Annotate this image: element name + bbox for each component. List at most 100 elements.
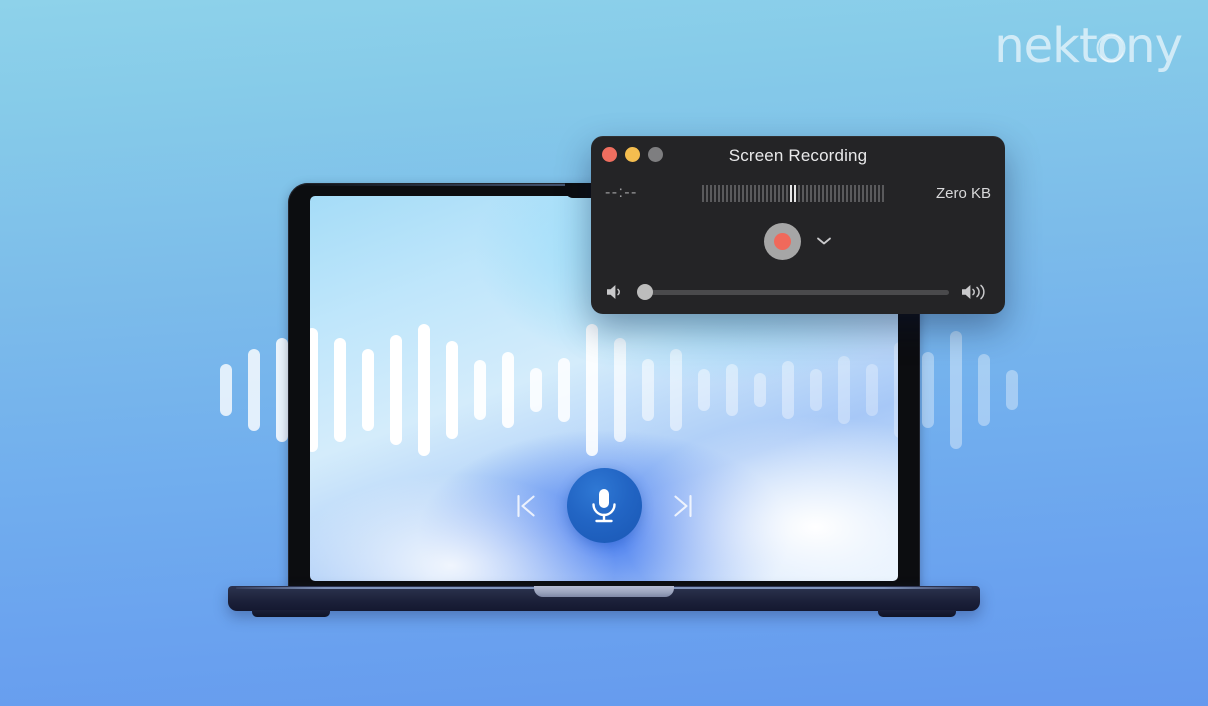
waveform-bar	[446, 341, 458, 439]
audio-level-bar	[742, 184, 744, 202]
record-dot-icon	[773, 232, 791, 250]
audio-level-bar	[778, 184, 780, 202]
record-button[interactable]	[763, 222, 801, 260]
logo-text-before: nekt	[994, 18, 1098, 74]
audio-level-bar	[782, 184, 784, 202]
audio-level-bar	[846, 184, 848, 202]
waveform-bar	[276, 338, 288, 442]
audio-player-controls	[310, 468, 898, 543]
waveform-bar	[950, 331, 962, 449]
audio-level-bar	[870, 184, 872, 202]
audio-level-bar	[734, 184, 736, 202]
audio-level-bar	[714, 184, 716, 202]
audio-level-bar	[874, 184, 876, 202]
waveform-bar	[866, 364, 878, 416]
audio-level-bar	[758, 184, 760, 202]
audio-level-bar	[818, 184, 820, 202]
skip-next-icon[interactable]	[668, 491, 698, 521]
volume-row	[591, 272, 1005, 312]
waveform-bar	[810, 369, 822, 411]
volume-slider-knob[interactable]	[637, 284, 653, 300]
audio-level-bar	[754, 184, 756, 202]
audio-level-bar	[862, 184, 864, 202]
audio-level-bar	[822, 184, 824, 202]
laptop-foot-left	[252, 610, 330, 617]
close-window-button[interactable]	[602, 147, 617, 162]
laptop-foot-right	[878, 610, 956, 617]
record-controls-row	[591, 210, 1005, 272]
audio-level-bar	[718, 184, 720, 202]
audio-level-bar	[710, 184, 712, 202]
audio-level-bar	[798, 184, 800, 202]
laptop-base	[228, 586, 980, 617]
audio-level-bar	[842, 184, 844, 202]
waveform-bar	[1006, 370, 1018, 410]
logo-text-after: ny	[1125, 18, 1183, 74]
audio-level-bar	[794, 184, 796, 202]
waveform-bar	[502, 352, 514, 428]
waveform-bar	[922, 352, 934, 428]
waveform-bar	[220, 364, 232, 416]
waveform-bar	[642, 359, 654, 421]
audio-level-bar	[838, 184, 840, 202]
audio-level-bar	[738, 184, 740, 202]
waveform-bar	[530, 368, 542, 412]
microphone-record-button[interactable]	[566, 468, 642, 543]
audio-level-bar	[722, 184, 724, 202]
microphone-icon	[592, 488, 616, 522]
nektony-logo: nektony	[994, 22, 1183, 70]
audio-level-bar	[866, 184, 868, 202]
chevron-down-icon[interactable]	[815, 235, 833, 247]
audio-level-bar	[810, 184, 812, 202]
waveform-bar	[726, 364, 738, 416]
laptop-lid-notch-indent	[534, 586, 674, 597]
waveform-bar	[754, 373, 766, 407]
window-titlebar[interactable]: Screen Recording	[591, 136, 1005, 176]
audio-level-bar	[726, 184, 728, 202]
waveform-bar	[334, 338, 346, 442]
audio-level-bar	[702, 184, 704, 202]
waveform-bar	[782, 361, 794, 419]
maximize-window-button[interactable]	[648, 147, 663, 162]
waveform-bar	[558, 358, 570, 422]
speaker-low-icon[interactable]	[605, 282, 627, 302]
waveform-bar	[248, 349, 260, 431]
waveform-bar	[418, 324, 430, 456]
audio-level-bar	[730, 184, 732, 202]
audio-level-bar	[830, 184, 832, 202]
audio-level-bar	[790, 184, 792, 202]
audio-level-bar	[746, 184, 748, 202]
audio-level-bar	[706, 184, 708, 202]
audio-level-bar	[834, 184, 836, 202]
waveform-bar	[474, 360, 486, 420]
logo-o-ring: o	[1097, 22, 1126, 70]
audio-level-bar	[750, 184, 752, 202]
audio-level-bar	[762, 184, 764, 202]
audio-level-bar	[786, 184, 788, 202]
audio-level-bar	[854, 184, 856, 202]
elapsed-time-label: --:--	[605, 184, 638, 201]
audio-level-bar	[802, 184, 804, 202]
audio-level-bar	[882, 184, 884, 202]
recording-meter-row: --:-- Zero KB	[591, 176, 1005, 210]
waveform-bar	[670, 349, 682, 431]
audio-level-bar	[770, 184, 772, 202]
waveform-bar	[362, 349, 374, 431]
waveform-bar	[838, 356, 850, 424]
audio-level-bar	[850, 184, 852, 202]
logo-o-letter: o	[1096, 18, 1126, 74]
audio-level-bar	[826, 184, 828, 202]
volume-slider-track[interactable]	[637, 284, 949, 300]
file-size-label: Zero KB	[935, 184, 991, 202]
waveform-bar	[698, 369, 710, 411]
speaker-high-icon[interactable]	[961, 282, 991, 302]
audio-level-bar	[774, 184, 776, 202]
waveform-bar	[614, 338, 626, 442]
audio-level-bar	[814, 184, 816, 202]
waveform-bar	[894, 342, 898, 438]
waveform-bar	[978, 354, 990, 426]
minimize-window-button[interactable]	[625, 147, 640, 162]
audio-level-meter	[677, 184, 909, 202]
skip-previous-icon[interactable]	[511, 491, 541, 521]
waveform-bar	[390, 335, 402, 445]
